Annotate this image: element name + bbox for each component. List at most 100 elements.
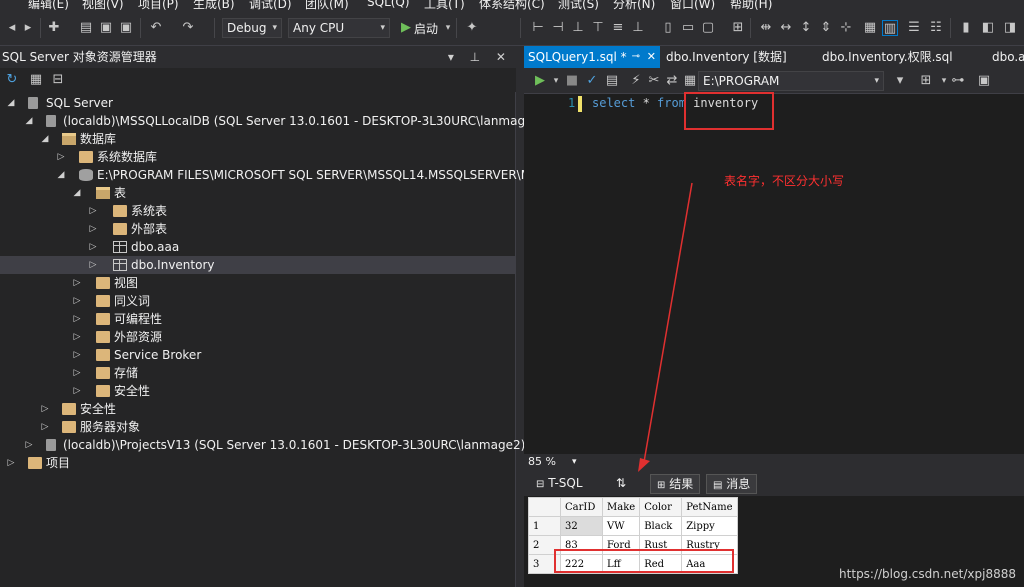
uncomment-icon[interactable]: ☷ xyxy=(928,20,944,36)
save-all-icon[interactable]: ▣ xyxy=(118,20,134,36)
zoom-level[interactable]: 85 % ▾ xyxy=(524,454,1024,470)
start-button[interactable]: 启动 xyxy=(414,20,438,37)
menu-project[interactable]: 项目(P) xyxy=(138,0,179,10)
align-center-icon[interactable]: ⊣ xyxy=(550,20,566,36)
tree-node-system-tables[interactable]: ▷ 系统表 xyxy=(0,202,516,220)
close-icon[interactable]: ✕ xyxy=(647,46,656,68)
tree-node-dbo-aaa[interactable]: ▷ dbo.aaa xyxy=(0,238,516,256)
tree-node-projectsv13[interactable]: ▷ (localdb)\ProjectsV13 (SQL Server 13.0… xyxy=(0,436,526,454)
tree-node-localdb[interactable]: ◢ (localdb)\MSSQLLocalDB (SQL Server 13.… xyxy=(0,112,545,130)
stop-icon[interactable]: ■ xyxy=(564,73,580,89)
expand-icon[interactable]: ▷ xyxy=(88,220,98,238)
menu-sql[interactable]: SQL(Q) xyxy=(367,0,410,9)
change-connection-icon[interactable]: ⇄ xyxy=(664,73,680,89)
disconnect-icon[interactable]: ✂ xyxy=(646,73,662,89)
align-top-icon[interactable]: ⊤ xyxy=(590,20,606,36)
column-header[interactable]: Color xyxy=(639,497,683,517)
tree-node-storage[interactable]: ▷ 存储 xyxy=(0,364,516,382)
tab-sqlquery1[interactable]: SQLQuery1.sql * ⊸ ✕ xyxy=(524,46,660,68)
tree-node-projects[interactable]: ▷ 项目 xyxy=(0,454,516,472)
next-bookmark-icon[interactable]: ◨ xyxy=(1002,20,1018,36)
expand-icon[interactable]: ▷ xyxy=(6,454,16,472)
expand-icon[interactable]: ▷ xyxy=(72,310,82,328)
plan-icon[interactable]: ▤ xyxy=(604,73,620,89)
tree-node-database-file[interactable]: ◢ E:\PROGRAM FILES\MICROSOFT SQL SERVER\… xyxy=(0,166,547,184)
prev-bookmark-icon[interactable]: ◧ xyxy=(980,20,996,36)
execution-plan-icon[interactable]: ⊶ xyxy=(950,73,966,89)
expand-icon[interactable]: ▷ xyxy=(72,292,82,310)
expand-icon[interactable]: ▷ xyxy=(72,328,82,346)
expand-icon[interactable]: ▷ xyxy=(56,148,66,166)
menu-debug[interactable]: 调试(D) xyxy=(249,0,292,10)
refresh-icon[interactable]: ↻ xyxy=(4,72,20,88)
sql-editor[interactable]: 1 select * from inventory 表名字，不区分大小写 xyxy=(524,92,1024,454)
open-file-icon[interactable]: ▤ xyxy=(78,20,94,36)
row-number[interactable]: 1 xyxy=(528,516,561,536)
menu-help[interactable]: 帮助(H) xyxy=(730,0,772,10)
undo-icon[interactable]: ↶ xyxy=(148,20,164,36)
expand-icon[interactable]: ▷ xyxy=(40,418,50,436)
menu-edit[interactable]: 编辑(E) xyxy=(28,0,69,10)
tab-dbo-a[interactable]: dbo.a xyxy=(988,46,1024,68)
pin-icon[interactable]: ⊸ xyxy=(632,46,640,68)
table-row[interactable]: 1 32 VW Black Zippy xyxy=(528,516,738,536)
execute-dropdown-icon[interactable]: ▾ xyxy=(548,73,564,89)
redo-icon[interactable]: ↷ xyxy=(180,20,196,36)
cell[interactable]: Zippy xyxy=(681,516,738,536)
tree-node-tables[interactable]: ◢ 表 xyxy=(0,184,516,202)
cell[interactable]: VW xyxy=(601,516,641,536)
menu-tools[interactable]: 工具(T) xyxy=(424,0,465,10)
tree-node-external-resources[interactable]: ▷ 外部资源 xyxy=(0,328,516,346)
platform-select[interactable]: Any CPU ▾ xyxy=(288,18,390,38)
expand-icon[interactable]: ▷ xyxy=(40,400,50,418)
same-size-icon[interactable]: ▢ xyxy=(700,20,716,36)
tree-node-dbo-inventory[interactable]: ▷ dbo.Inventory xyxy=(0,256,516,274)
bookmark-icon[interactable]: ▮ xyxy=(958,20,974,36)
pane-controls[interactable]: ▾ ⊥ ✕ xyxy=(448,46,512,68)
collapse-icon[interactable]: ◢ xyxy=(6,94,16,112)
h-spacing-inc-icon[interactable]: ↔ xyxy=(778,20,794,36)
configuration-select[interactable]: Debug ▾ xyxy=(222,18,282,38)
add-server-icon[interactable]: ▦ xyxy=(28,72,44,88)
database-list-icon[interactable]: ▦ xyxy=(682,73,698,89)
tree-node-sql-server[interactable]: ◢ SQL Server xyxy=(0,94,516,112)
tab-inventory-data[interactable]: dbo.Inventory [数据] xyxy=(662,46,791,68)
menu-team[interactable]: 团队(M) xyxy=(305,0,349,10)
grid-icon[interactable]: ⊞ xyxy=(730,20,746,36)
tab-messages[interactable]: ▤ 消息 xyxy=(706,474,758,494)
collapse-icon[interactable]: ◢ xyxy=(40,130,50,148)
tree-node-system-databases[interactable]: ▷ 系统数据库 xyxy=(0,148,516,166)
menu-view[interactable]: 视图(V) xyxy=(82,0,124,10)
v-spacing-icon[interactable]: ↕ xyxy=(798,20,814,36)
expand-icon[interactable]: ▷ xyxy=(88,238,98,256)
new-project-icon[interactable]: ✚ xyxy=(46,20,62,36)
column-header[interactable]: Make xyxy=(601,497,641,517)
zoom-dropdown-icon[interactable]: ▾ xyxy=(572,454,577,470)
bring-front-icon[interactable]: ▦ xyxy=(862,20,878,36)
tree-node-db-security[interactable]: ▷ 安全性 xyxy=(0,382,516,400)
menu-architecture[interactable]: 体系结构(C) xyxy=(479,0,545,10)
query-options-icon[interactable]: ▣ xyxy=(976,73,992,89)
column-header[interactable]: PetName xyxy=(681,497,738,517)
tree-node-server-security[interactable]: ▷ 安全性 xyxy=(0,400,516,418)
start-icon[interactable]: ▶ xyxy=(398,20,414,36)
cell[interactable]: 32 xyxy=(560,516,603,536)
connection-select[interactable]: E:\PROGRAM FILES\MICROSOF▾ xyxy=(698,71,884,106)
same-height-icon[interactable]: ▭ xyxy=(680,20,696,36)
tree-node-server-objects[interactable]: ▷ 服务器对象 xyxy=(0,418,516,436)
forward-icon[interactable]: ▸ xyxy=(20,20,36,36)
parse-icon[interactable]: ✓ xyxy=(584,73,600,89)
tree-node-service-broker[interactable]: ▷ Service Broker xyxy=(0,346,516,364)
filter-icon[interactable]: ⊟ xyxy=(50,72,66,88)
menu-window[interactable]: 窗口(W) xyxy=(670,0,715,10)
tree-node-views[interactable]: ▷ 视图 xyxy=(0,274,516,292)
cell[interactable]: Black xyxy=(639,516,683,536)
expand-icon[interactable]: ▷ xyxy=(88,202,98,220)
menu-test[interactable]: 测试(S) xyxy=(558,0,599,10)
collapse-icon[interactable]: ◢ xyxy=(72,184,82,202)
options-icon[interactable]: ▾ xyxy=(892,73,908,89)
comment-icon[interactable]: ☰ xyxy=(906,20,922,36)
execute-icon[interactable]: ▶ xyxy=(532,73,548,89)
menu-build[interactable]: 生成(B) xyxy=(193,0,235,10)
save-icon[interactable]: ▣ xyxy=(98,20,114,36)
